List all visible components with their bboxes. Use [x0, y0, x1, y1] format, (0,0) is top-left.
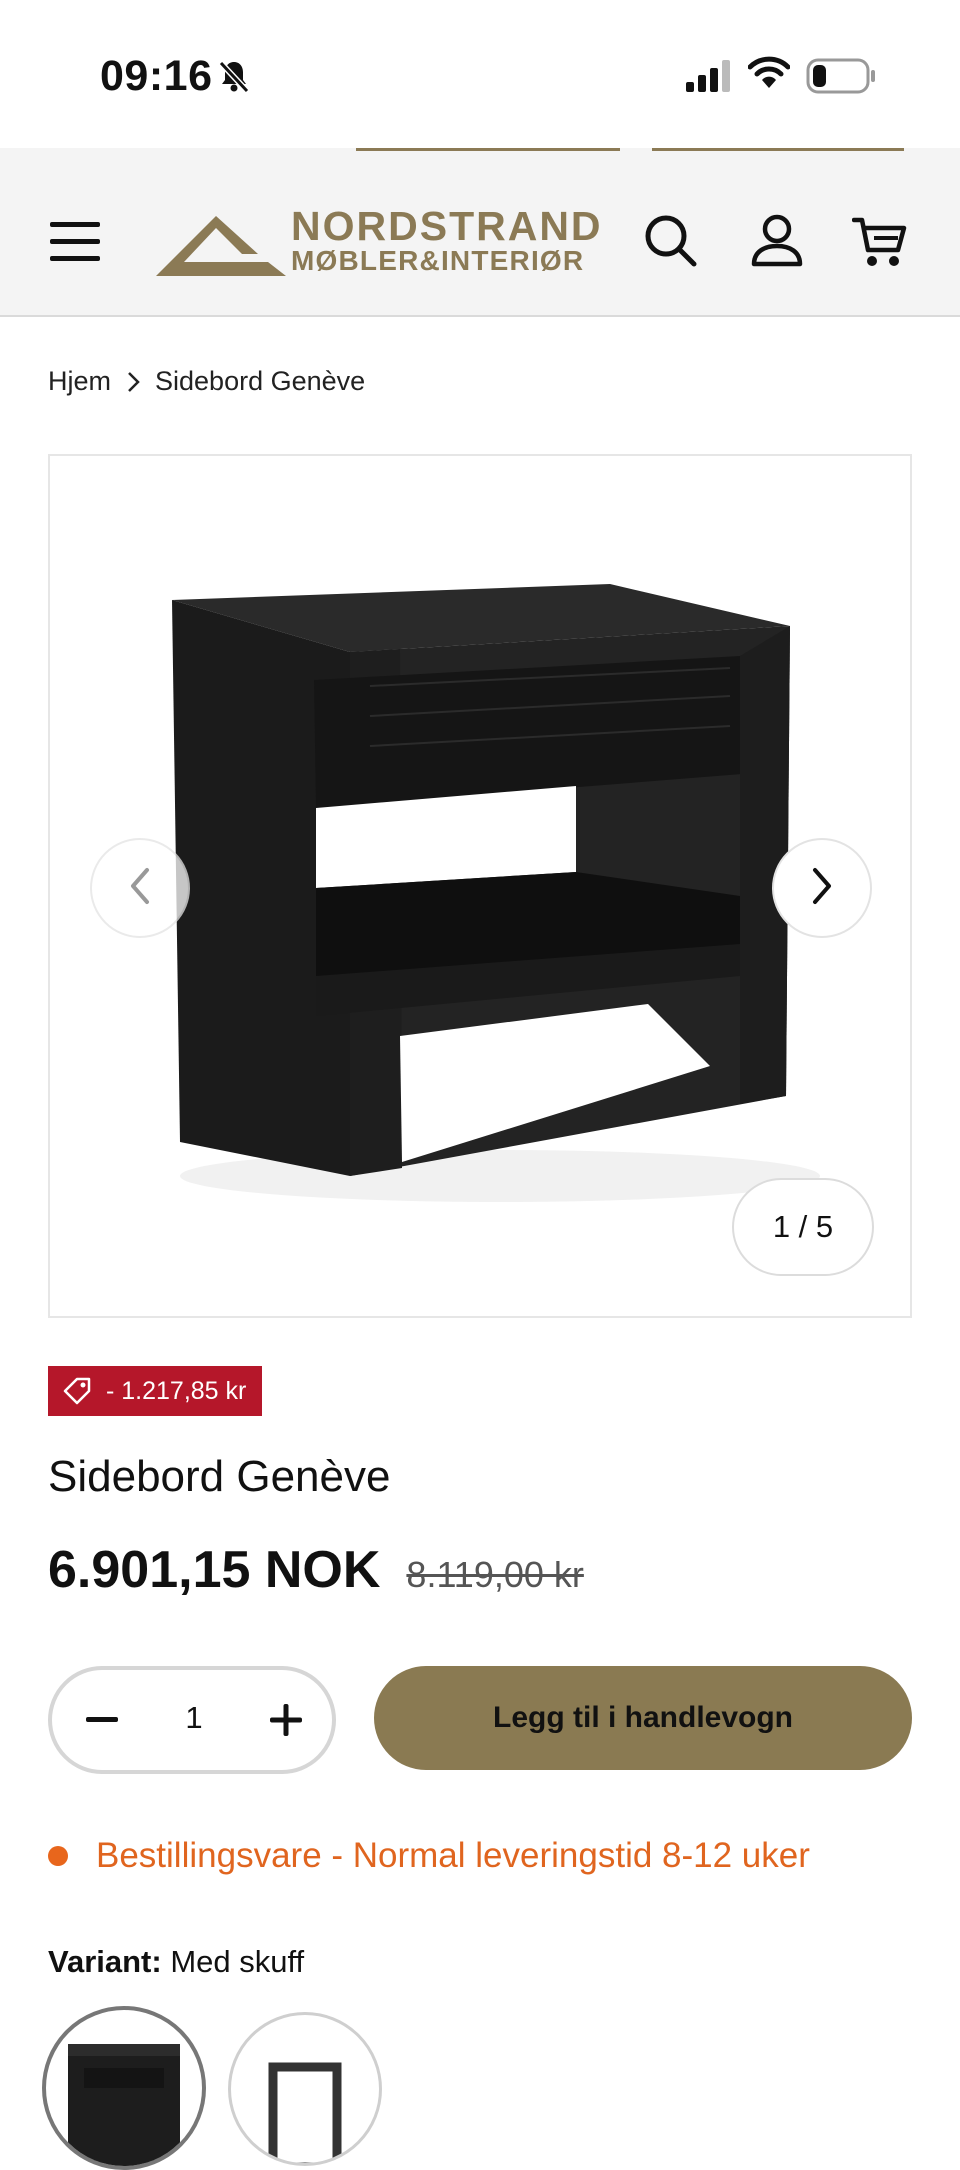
quantity-increase-button[interactable] — [264, 1698, 308, 1742]
bell-slash-icon — [216, 58, 252, 99]
status-time: 09:16 — [100, 52, 213, 100]
variant-thumbnail — [268, 2062, 342, 2163]
product-gallery[interactable]: 1 / 5 — [48, 454, 912, 1318]
discount-amount: - 1.217,85 kr — [106, 1376, 247, 1405]
variant-swatch-med-skuff[interactable] — [42, 2006, 206, 2170]
logo-line-1: NORDSTRAND — [291, 203, 603, 249]
price-tag-icon — [62, 1376, 92, 1406]
status-dot-icon — [48, 1846, 68, 1866]
promo-underline — [356, 148, 620, 151]
product-title: Sidebord Genève — [48, 1452, 391, 1501]
image-counter: 1 / 5 — [732, 1178, 874, 1276]
price-row: 6.901,15 NOK 8.119,00 kr — [48, 1540, 584, 1600]
chevron-left-icon — [125, 866, 155, 911]
discount-badge: - 1.217,85 kr — [48, 1366, 263, 1416]
chevron-right-icon — [127, 371, 141, 393]
variant-selector-label: Variant: Med skuff — [48, 1944, 304, 1980]
breadcrumb: Hjem Sidebord Genève — [48, 366, 365, 397]
quantity-decrease-button[interactable] — [80, 1698, 124, 1742]
stock-status-text: Bestillingsvare - Normal leveringstid 8-… — [96, 1836, 810, 1875]
sale-price: 6.901,15 NOK — [48, 1541, 381, 1599]
variant-label: Variant: — [48, 1944, 162, 1979]
logo-line-2: MØBLER&INTERIØR — [291, 245, 585, 276]
quantity-stepper: 1 — [48, 1666, 336, 1774]
quantity-input[interactable]: 1 — [152, 1700, 236, 1736]
cellular-signal-icon — [686, 60, 732, 97]
promo-underline — [652, 148, 904, 151]
account-icon[interactable] — [750, 214, 804, 273]
compare-price: 8.119,00 kr — [406, 1554, 584, 1595]
variant-swatch-uten-skuff[interactable] — [228, 2012, 382, 2166]
variant-thumbnail — [68, 2044, 180, 2166]
battery-icon — [806, 58, 876, 99]
logo-mark-icon — [156, 214, 286, 283]
variant-value: Med skuff — [170, 1944, 305, 1979]
chevron-right-icon — [807, 866, 837, 911]
site-header: NORDSTRAND MØBLER&INTERIØR — [0, 148, 960, 317]
add-to-cart-button[interactable]: Legg til i handlevogn — [374, 1666, 912, 1770]
breadcrumb-home-link[interactable]: Hjem — [48, 366, 111, 397]
wifi-icon — [747, 56, 791, 95]
cart-icon[interactable] — [851, 214, 908, 275]
logo-wordmark: NORDSTRAND MØBLER&INTERIØR — [291, 206, 603, 276]
breadcrumb-current: Sidebord Genève — [155, 366, 366, 396]
next-image-button[interactable] — [772, 838, 872, 938]
search-icon[interactable] — [644, 214, 698, 273]
menu-icon[interactable] — [50, 220, 102, 267]
stock-status: Bestillingsvare - Normal leveringstid 8-… — [48, 1836, 810, 1876]
status-bar: 09:16 — [0, 0, 960, 148]
previous-image-button[interactable] — [90, 838, 190, 938]
